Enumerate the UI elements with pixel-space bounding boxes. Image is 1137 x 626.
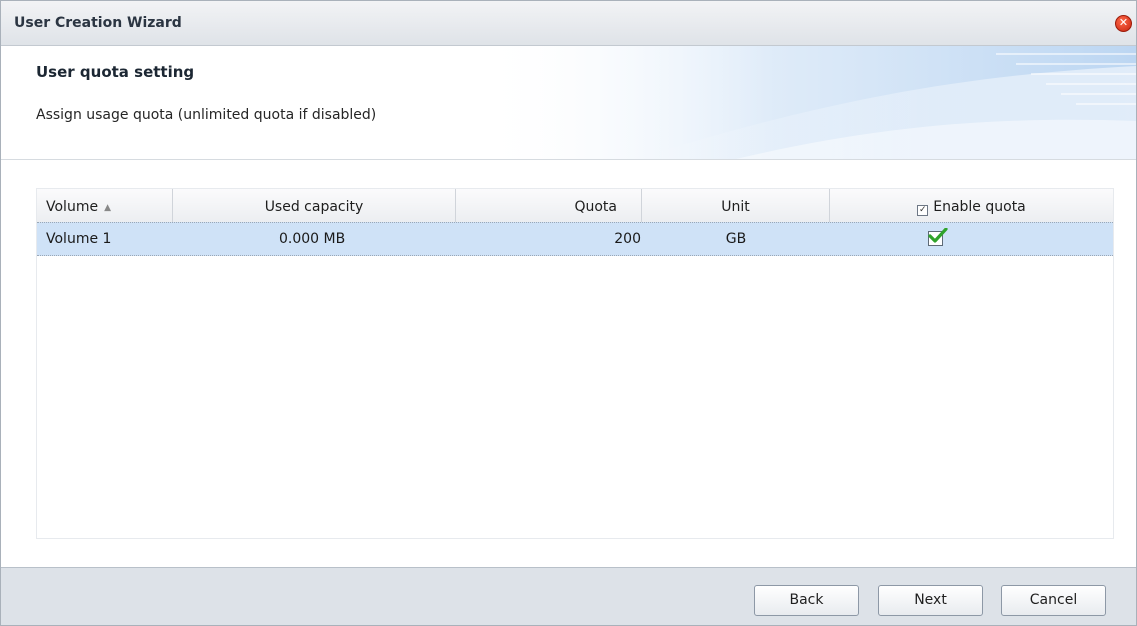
column-header-volume-label: Volume	[46, 199, 99, 215]
step-title: User quota setting	[36, 63, 195, 81]
title-bar: User Creation Wizard ✕	[1, 1, 1136, 46]
sort-ascending-icon: ▲	[104, 203, 111, 213]
column-header-quota[interactable]: Quota	[456, 189, 642, 222]
column-header-volume[interactable]: Volume ▲	[37, 189, 173, 222]
column-header-used-capacity-label: Used capacity	[264, 199, 364, 215]
quota-grid: Volume ▲ Used capacity Quota Unit ✓ Enable…	[36, 188, 1114, 539]
column-header-quota-label: Quota	[574, 199, 617, 215]
next-button[interactable]: Next	[878, 585, 983, 616]
back-button[interactable]: Back	[754, 585, 859, 616]
column-header-used-capacity[interactable]: Used capacity	[173, 189, 456, 222]
wizard-footer: Back Next Cancel	[1, 567, 1136, 625]
column-header-unit-label: Unit	[721, 199, 750, 215]
column-header-unit[interactable]: Unit	[642, 189, 830, 222]
column-header-enable-quota-label: Enable quota	[933, 199, 1026, 215]
user-creation-wizard-window: User Creation Wizard ✕ User quota settin…	[0, 0, 1137, 626]
enable-quota-checkbox[interactable]	[928, 228, 948, 246]
cell-volume: Volume 1	[46, 231, 112, 247]
cell-unit[interactable]: GB	[642, 223, 830, 255]
wizard-step-header: User quota setting Assign usage quota (u…	[1, 46, 1136, 160]
window-title: User Creation Wizard	[14, 15, 182, 31]
header-decoration	[476, 46, 1136, 159]
checkmark-icon	[928, 228, 948, 243]
cancel-button[interactable]: Cancel	[1001, 585, 1106, 616]
cell-quota[interactable]: 200	[517, 223, 641, 255]
grid-header: Volume ▲ Used capacity Quota Unit ✓ Enable…	[37, 189, 1113, 223]
column-header-enable-quota[interactable]: ✓ Enable quota	[830, 189, 1113, 222]
step-description: Assign usage quota (unlimited quota if d…	[36, 107, 377, 123]
close-icon[interactable]: ✕	[1115, 15, 1132, 32]
table-row[interactable]: Volume 1 0.000 MB 200 GB	[37, 222, 1113, 256]
cell-used-capacity: 0.000 MB	[279, 231, 346, 247]
enable-quota-all-checkbox[interactable]: ✓	[917, 205, 929, 216]
